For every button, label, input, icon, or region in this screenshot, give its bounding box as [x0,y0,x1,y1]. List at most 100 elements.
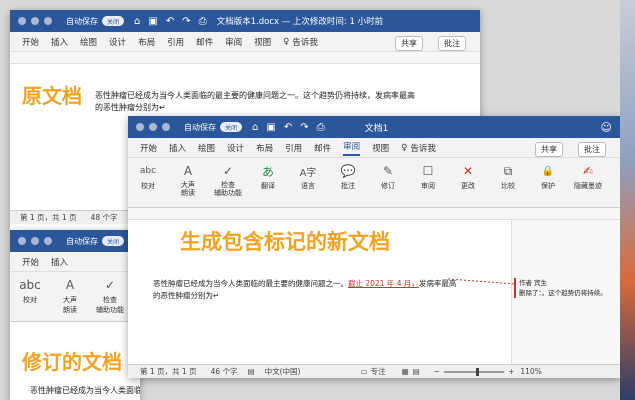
window-controls[interactable] [18,237,52,245]
label-revised: 修订的文档 [22,350,122,374]
undo-icon[interactable]: ↶ [284,122,292,133]
compare-button[interactable]: ⧉ 比较 [488,158,528,207]
redo-icon[interactable]: ↷ [300,122,308,133]
read-aloud-button[interactable]: A 大声 朗读 [168,158,208,207]
zoom-level[interactable]: 110% [520,367,541,376]
window-controls[interactable] [136,123,170,131]
zoom-out-icon[interactable]: − [434,367,440,376]
autosave[interactable]: 自动保存 关闭 [66,236,124,247]
menubar: 开始 插入 [10,252,140,272]
desktop-background [620,0,635,400]
translate-icon: あ [261,164,274,179]
proofing-status-icon[interactable]: ▤ [248,367,255,376]
menu-draw[interactable]: 绘图 [198,142,215,154]
proofing-button[interactable]: abc 校对 [10,272,50,321]
track-changes-button[interactable]: ✎ 修订 [368,158,408,207]
zoom-in-icon[interactable]: + [508,367,514,376]
zoom-icon[interactable] [162,123,170,131]
home-icon[interactable]: ⌂ [134,16,140,27]
redo-icon[interactable]: ↷ [182,16,190,27]
status-language[interactable]: 中文(中国) [265,366,301,377]
status-page: 第 1 页，共 1 页 [140,367,197,376]
hide-ink-button[interactable]: ✍ 隐藏墨迹 [568,158,608,207]
read-aloud-button[interactable]: A 大声 朗读 [50,272,90,321]
minimize-icon[interactable] [149,123,157,131]
menu-home[interactable]: 开始 [22,256,39,268]
menu-references[interactable]: 引用 [167,36,184,48]
changes-button[interactable]: ✕ 更改 [448,158,488,207]
revision-balloon[interactable]: 作者 宾生 删除了：。这个趋势仍将持续。 [514,278,616,298]
minimize-icon[interactable] [31,17,39,25]
proofing-button[interactable]: abc 校对 [128,158,168,207]
close-icon[interactable] [18,17,26,25]
close-icon[interactable] [136,123,144,131]
menu-design[interactable]: 设计 [227,142,244,154]
label-original: 原文档 [22,84,82,108]
autosave-toggle[interactable]: 关闭 [102,236,124,246]
ruler[interactable] [10,52,480,64]
comments-button[interactable]: 批注 [578,142,606,157]
window-controls[interactable] [18,17,52,25]
comments-button[interactable]: 批注 [438,36,466,51]
menu-review[interactable]: 审阅 [343,140,361,156]
protect-button[interactable]: 🔒 保护 [528,158,568,207]
menu-review[interactable]: 审阅 [225,36,242,48]
menu-references[interactable]: 引用 [285,142,302,154]
menu-layout[interactable]: 布局 [256,142,273,154]
abc-icon: abc [19,278,41,292]
menu-view[interactable]: 视图 [372,142,389,154]
menu-home[interactable]: 开始 [22,36,39,48]
autosave-toggle[interactable]: 关闭 [102,16,124,26]
menu-layout[interactable]: 布局 [138,36,155,48]
document-body[interactable]: 恶性肿瘤已经成为当今人类面临的最主要的健康问题之一。截止 2021 年 4 月，… [153,278,493,302]
ribbon-label: 翻译 [261,182,275,190]
print-icon[interactable]: ⎙ [199,16,207,27]
document-body[interactable]: 恶性肿瘤已经成为当今人类面临的最主要的健康问题之一。截止 2021 年 4 月，… [30,385,140,397]
lightbulb-icon: ♀ [283,36,290,47]
status-page: 第 1 页，共 1 页 [20,213,77,222]
menu-insert[interactable]: 插入 [169,142,186,154]
home-icon[interactable]: ⌂ [252,122,258,133]
print-icon[interactable]: ⎙ [317,122,325,133]
save-icon[interactable]: ▣ [148,16,157,27]
autosave[interactable]: 自动保存 关闭 [66,16,124,27]
close-icon[interactable] [18,237,26,245]
menu-view[interactable]: 视图 [254,36,271,48]
focus-icon[interactable]: ▭ [360,367,367,376]
account-icon[interactable]: ☺ [601,121,612,134]
view-icons[interactable]: ▦▤ [402,367,424,376]
autosave[interactable]: 自动保存 关闭 [184,122,242,133]
tell-me[interactable]: 告诉我 [410,142,436,154]
read-aloud-icon: A [183,164,193,178]
document-body[interactable]: 恶性肿瘤已经成为当今人类面临的最主要的健康问题之一。这个趋势仍将持续，发病率最高… [95,90,475,114]
ribbon-label: 校对 [23,296,37,304]
reject-icon: ✕ [462,164,474,178]
menu-mailings[interactable]: 邮件 [196,36,213,48]
menu-insert[interactable]: 插入 [51,256,68,268]
save-icon[interactable]: ▣ [266,122,275,133]
menu-insert[interactable]: 插入 [51,36,68,48]
menu-design[interactable]: 设计 [109,36,126,48]
autosave-toggle[interactable]: 关闭 [220,122,242,132]
translate-button[interactable]: あ翻译 [248,158,288,207]
menu-draw[interactable]: 绘图 [80,36,97,48]
accessibility-button[interactable]: ✓ 检查 辅助功能 [90,272,130,321]
minimize-icon[interactable] [31,237,39,245]
comment-button[interactable]: 💬 批注 [328,158,368,207]
accessibility-button[interactable]: ✓ 检查 辅助功能 [208,158,248,207]
zoom-slider[interactable] [444,367,505,376]
ribbon-label: 修订 [381,182,395,190]
share-button[interactable]: 共享 [395,36,423,51]
menu-mailings[interactable]: 邮件 [314,142,331,154]
zoom-icon[interactable] [44,237,52,245]
language-button[interactable]: A字 语言 [288,158,328,207]
ruler[interactable] [128,208,620,220]
body-line: 的恶性肿瘤分别为↵ [95,103,166,112]
zoom-icon[interactable] [44,17,52,25]
tell-me[interactable]: 告诉我 [292,36,318,48]
share-button[interactable]: 共享 [535,142,563,157]
menu-home[interactable]: 开始 [140,142,157,154]
undo-icon[interactable]: ↶ [166,16,174,27]
review-button[interactable]: ☐ 审阅 [408,158,448,207]
status-focus[interactable]: 专注 [371,366,386,377]
